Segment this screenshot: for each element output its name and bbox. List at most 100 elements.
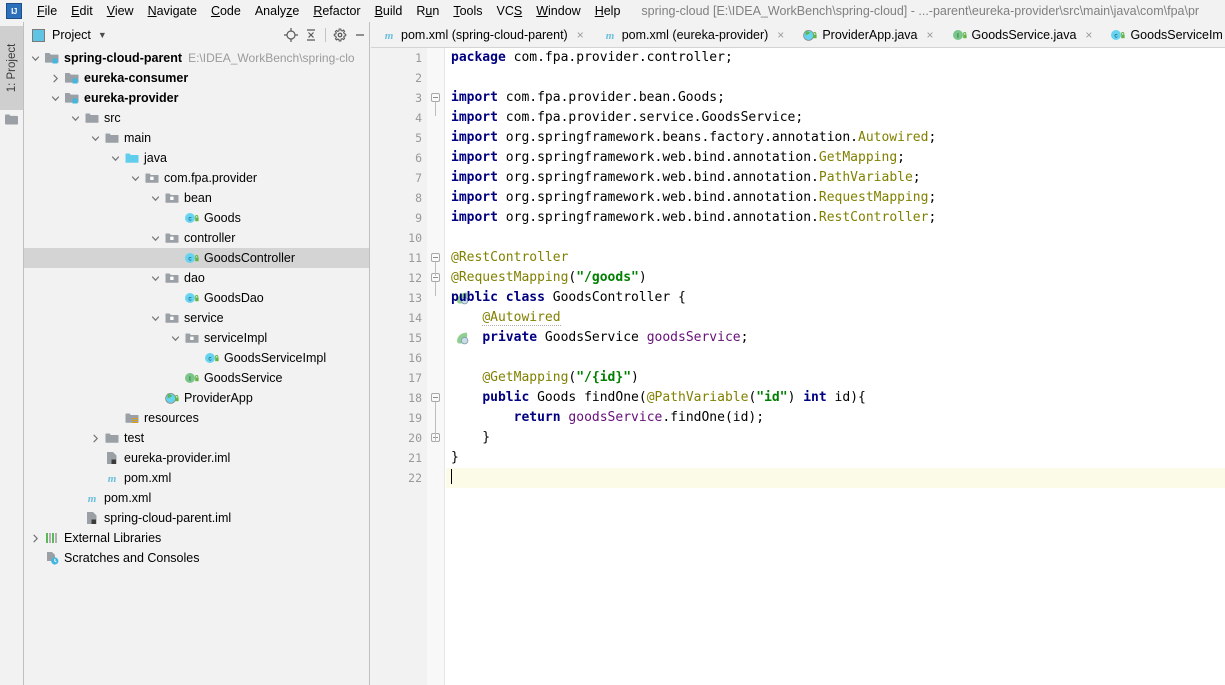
tree-node-goodsserviceimpl[interactable]: c GoodsServiceImpl: [24, 348, 369, 368]
chevron-right-icon[interactable]: [50, 73, 61, 84]
tree-node-goodsdao[interactable]: c GoodsDao: [24, 288, 369, 308]
code-folding-strip[interactable]: [427, 48, 469, 685]
chevron-down-icon[interactable]: [150, 313, 161, 324]
tree-node-resources[interactable]: resources: [24, 408, 369, 428]
close-icon[interactable]: ×: [925, 29, 936, 41]
menu-vcs[interactable]: VCS: [490, 1, 530, 21]
gear-icon[interactable]: [330, 25, 350, 45]
hide-icon[interactable]: [350, 25, 369, 45]
tree-node-external-libraries[interactable]: External Libraries: [24, 528, 369, 548]
menu-navigate[interactable]: Navigate: [141, 1, 204, 21]
editor-tab-providerapp-java[interactable]: ProviderApp.java ×: [792, 22, 941, 47]
svg-text:m: m: [385, 30, 394, 42]
project-tree[interactable]: spring-cloud-parent E:\IDEA_WorkBench\spr…: [24, 48, 369, 685]
package-icon: [164, 190, 180, 206]
code-token: ;: [897, 150, 905, 165]
menu-build[interactable]: Build: [368, 1, 410, 21]
tree-node-goodsservice[interactable]: I GoodsService: [24, 368, 369, 388]
chevron-down-icon[interactable]: [70, 113, 81, 124]
tree-node-eureka-consumer[interactable]: eureka-consumer: [24, 68, 369, 88]
tree-node-label: GoodsController: [204, 251, 296, 265]
chevron-right-icon[interactable]: [30, 533, 41, 544]
tree-node-controller[interactable]: controller: [24, 228, 369, 248]
tree-node-eureka-provider[interactable]: eureka-provider: [24, 88, 369, 108]
tree-node-java[interactable]: java: [24, 148, 369, 168]
editor-tab-pom-xml-spring-cloud-parent[interactable]: m pom.xml (spring-cloud-parent) ×: [371, 22, 592, 47]
menu-refactor[interactable]: Refactor: [306, 1, 367, 21]
code-token: org.springframework.web.bind.annotation.: [497, 150, 819, 165]
fold-marker[interactable]: [431, 93, 440, 102]
collapse-all-icon[interactable]: [301, 25, 321, 45]
tree-node-goodscontroller[interactable]: c GoodsController: [24, 248, 369, 268]
code-token: @PathVariable: [646, 390, 749, 405]
window-title: spring-cloud [E:\IDEA_WorkBench\spring-c…: [641, 4, 1200, 18]
tree-node-bean[interactable]: bean: [24, 188, 369, 208]
code-token: import: [451, 170, 498, 185]
code-editor[interactable]: 1 2 3 4 5 6 7 8 9 10 11 12 13 14 15 16 17 18 19 20 21 22 pack…: [371, 48, 1225, 685]
tree-node-pom-xml[interactable]: m pom.xml: [24, 488, 369, 508]
menu-window[interactable]: Window: [529, 1, 587, 21]
tree-node-providerapp[interactable]: ProviderApp: [24, 388, 369, 408]
tree-node-eureka-provider-iml[interactable]: eureka-provider.iml: [24, 448, 369, 468]
code-token: @RequestMapping: [451, 270, 569, 285]
menu-view[interactable]: View: [100, 1, 141, 21]
menu-code[interactable]: Code: [204, 1, 248, 21]
chevron-down-icon[interactable]: [90, 133, 101, 144]
resources-root-folder-icon: [124, 410, 140, 426]
tool-window-button-project[interactable]: 1: Project: [0, 26, 23, 110]
tree-node-goods[interactable]: c Goods: [24, 208, 369, 228]
fold-marker[interactable]: [431, 393, 440, 402]
code-token: GoodsService: [537, 330, 647, 345]
close-icon[interactable]: ×: [775, 29, 786, 41]
tree-node-spring-cloud-parent[interactable]: spring-cloud-parent E:\IDEA_WorkBench\spr…: [24, 48, 369, 68]
java-class-icon: c: [184, 210, 200, 226]
tree-node-spring-cloud-parent-iml[interactable]: spring-cloud-parent.iml: [24, 508, 369, 528]
code-token: "/goods": [576, 270, 639, 285]
tree-node-com-fpa-provider[interactable]: com.fpa.provider: [24, 168, 369, 188]
tree-node-service[interactable]: service: [24, 308, 369, 328]
code-token: int: [803, 390, 827, 405]
code-token: org.springframework.web.bind.annotation.: [497, 170, 819, 185]
menu-run[interactable]: Run: [409, 1, 446, 21]
menu-analyze[interactable]: Analyze: [248, 1, 306, 21]
tree-node-test[interactable]: test: [24, 428, 369, 448]
chevron-down-icon[interactable]: [50, 93, 61, 104]
tree-node-serviceimpl[interactable]: serviceImpl: [24, 328, 369, 348]
chevron-down-icon[interactable]: [130, 173, 141, 184]
code-token: com.fpa.provider.service.GoodsService;: [497, 110, 804, 125]
tree-node-label: spring-cloud-parent.iml: [104, 511, 232, 525]
close-icon[interactable]: ×: [1083, 29, 1094, 41]
code-line: private GoodsService goodsService;: [446, 328, 1225, 348]
tree-node-pom-xml[interactable]: m pom.xml: [24, 468, 369, 488]
chevron-down-icon[interactable]: [110, 153, 121, 164]
tree-node-src[interactable]: src: [24, 108, 369, 128]
menu-help[interactable]: Help: [588, 1, 628, 21]
chevron-right-icon[interactable]: [90, 433, 101, 444]
line-number: 21: [408, 451, 422, 465]
editor-tab-goodsserviceim[interactable]: c GoodsServiceIm: [1100, 22, 1225, 47]
editor-tab-goodsservice-java[interactable]: I GoodsService.java ×: [942, 22, 1101, 47]
editor-tab-pom-xml-eureka-provider[interactable]: m pom.xml (eureka-provider) ×: [592, 22, 793, 47]
line-number: 15: [408, 331, 422, 345]
line-number: 1: [415, 51, 422, 65]
menu-file[interactable]: File: [30, 1, 64, 21]
chevron-down-icon[interactable]: [30, 53, 41, 64]
menu-edit[interactable]: Edit: [64, 1, 100, 21]
tree-node-dao[interactable]: dao: [24, 268, 369, 288]
close-icon[interactable]: ×: [575, 29, 586, 41]
chevron-down-icon[interactable]: [150, 273, 161, 284]
code-token: "/{id}": [576, 370, 632, 385]
tree-node-main[interactable]: main: [24, 128, 369, 148]
locate-icon[interactable]: [281, 25, 301, 45]
fold-marker[interactable]: [431, 253, 440, 262]
code-token: goodsService: [646, 330, 741, 345]
menu-tools[interactable]: Tools: [446, 1, 489, 21]
tree-node-scratches-and-consoles[interactable]: Scratches and Consoles: [24, 548, 369, 568]
line-number: 14: [408, 311, 422, 325]
chevron-down-icon[interactable]: [150, 233, 161, 244]
chevron-down-icon[interactable]: [150, 193, 161, 204]
source-code-text[interactable]: package com.fpa.provider.controller; imp…: [446, 48, 1225, 685]
chevron-down-icon[interactable]: ▼: [98, 30, 107, 40]
chevron-down-icon[interactable]: [170, 333, 181, 344]
